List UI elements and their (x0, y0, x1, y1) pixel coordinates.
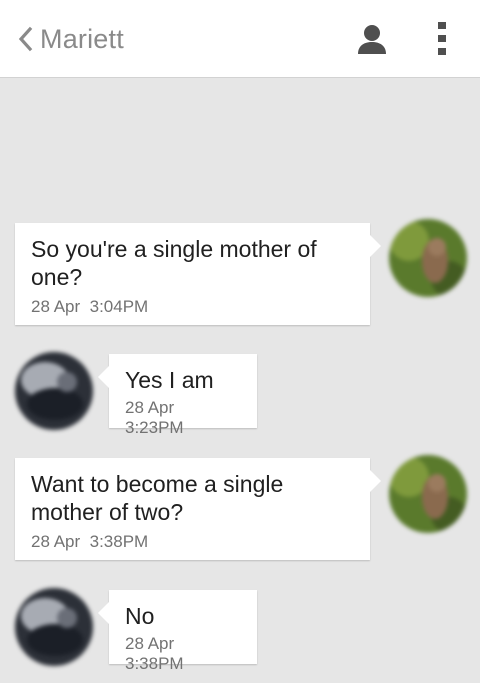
conversation-title: Mariett (40, 23, 124, 54)
message-timestamp: 28 Apr 3:04PM (31, 297, 354, 317)
message-time: 3:38PM (89, 532, 149, 551)
contact-avatar[interactable] (389, 219, 467, 297)
message-text: Yes I am (125, 366, 241, 394)
message-text-line: Want to become a single (31, 471, 284, 497)
app-header: Mariett (0, 0, 480, 78)
message-bubble-outgoing[interactable]: Want to become a single mother of two? 2… (15, 458, 381, 560)
person-icon (358, 25, 386, 54)
user-avatar[interactable] (15, 588, 93, 666)
message-text: Want to become a single mother of two? (31, 470, 354, 526)
message-date: 28 Apr (31, 532, 81, 551)
message-date: 28 Apr (31, 297, 81, 316)
message-timestamp: 28 Apr 3:38PM (125, 634, 241, 674)
message-text-line: So you're a single mother of (31, 236, 317, 262)
message-text-line: mother of two? (31, 499, 184, 525)
overflow-menu-button[interactable] (428, 18, 456, 60)
message-bubble-outgoing[interactable]: So you're a single mother of one? 28 Apr… (15, 223, 381, 325)
contact-button[interactable] (352, 20, 392, 60)
message-time: 3:38PM (125, 654, 184, 673)
message-time: 3:23PM (125, 418, 184, 437)
message-bubble-incoming[interactable]: Yes I am 28 Apr 3:23PM (98, 354, 257, 437)
message-time: 3:04PM (89, 297, 149, 316)
message-text: No (125, 602, 241, 630)
message-text-line: Yes I am (125, 367, 214, 393)
chevron-left-icon (18, 26, 33, 52)
back-button[interactable]: Mariett (14, 18, 124, 60)
message-timestamp: 28 Apr 3:38PM (31, 532, 354, 552)
message-timestamp: 28 Apr 3:23PM (125, 398, 241, 438)
message-date: 28 Apr (125, 634, 175, 653)
message-bubble-incoming[interactable]: No 28 Apr 3:38PM (98, 590, 257, 673)
message-text-line: No (125, 603, 155, 629)
more-vertical-icon (438, 22, 446, 55)
message-date: 28 Apr (125, 398, 175, 417)
message-text-line: one? (31, 264, 83, 290)
contact-avatar[interactable] (389, 455, 467, 533)
message-text: So you're a single mother of one? (31, 235, 354, 291)
user-avatar[interactable] (15, 352, 93, 430)
